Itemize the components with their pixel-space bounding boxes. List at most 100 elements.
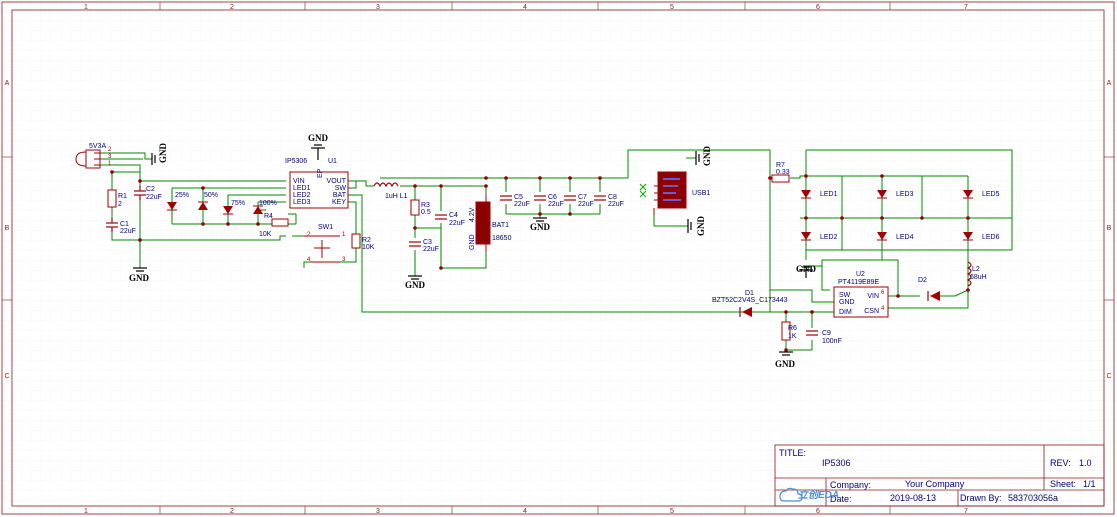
- row-label-c: C: [4, 373, 9, 380]
- led2: LED2: [801, 232, 838, 241]
- c3-value: 22uF: [423, 246, 439, 253]
- gnd-label-u2: GND: [796, 264, 817, 274]
- u1-pin-led3: LED3: [293, 199, 311, 206]
- sheet-value: 1/1: [1083, 479, 1096, 489]
- u2-pin-dim: DIM: [839, 309, 852, 316]
- gnd-label-caps: GND: [530, 222, 551, 232]
- rev-label: REV:: [1050, 458, 1071, 468]
- col-label-6-bottom: 6: [816, 508, 820, 515]
- u1-ref: U1: [328, 158, 337, 165]
- u2-pin-vin: VIN: [867, 293, 879, 300]
- led4: LED4: [877, 232, 914, 241]
- drawn-by-label: Drawn By:: [960, 493, 1002, 503]
- gnd-label-u1: GND: [308, 133, 329, 143]
- led5-ref: LED5: [982, 191, 1000, 198]
- col-label-3: 3: [376, 4, 380, 11]
- gnd-label-connector: GND: [158, 143, 168, 164]
- u1-pin-vout: VOUT: [327, 178, 347, 185]
- u1-pin-led2: LED2: [293, 192, 311, 199]
- led-level-75: 75%: [231, 200, 245, 207]
- col-label-1-bottom: 1: [84, 508, 88, 515]
- u1-pin-key: KEY: [332, 199, 346, 206]
- u2-ref: U2: [856, 271, 865, 278]
- r2-value: 10K: [362, 244, 375, 251]
- r6-value: 1K: [788, 333, 797, 340]
- col-label-7: 7: [964, 4, 968, 11]
- u1-pin-vin: VIN: [293, 178, 305, 185]
- col-label-4-bottom: 4: [523, 508, 527, 515]
- gnd-label-usb-top: GND: [702, 146, 712, 167]
- r7-value: 0.33: [776, 169, 790, 176]
- led-level-50: 50%: [204, 192, 218, 199]
- led3-ref: LED3: [896, 191, 914, 198]
- resistor-r6: R6 1K: [781, 321, 797, 341]
- title-label: TITLE:: [779, 448, 806, 458]
- title-value: IP5306: [822, 458, 851, 468]
- r1-ref: R1: [118, 193, 127, 200]
- r3-value: 0.5: [421, 209, 431, 216]
- r4-value: 10K: [259, 231, 272, 238]
- u1-ep: EP: [317, 168, 324, 178]
- c8-ref: C8: [608, 194, 617, 201]
- row-label-b: B: [5, 225, 10, 232]
- led1: LED1: [801, 190, 838, 199]
- row-label-b-right: B: [1107, 225, 1112, 232]
- r4-ref: R4: [264, 213, 273, 220]
- d1-value: BZT52C2V4S_C173443: [712, 297, 788, 304]
- led2-ref: LED2: [820, 234, 838, 241]
- date-value: 2019-08-13: [890, 493, 936, 503]
- r1-value: 2: [118, 201, 122, 208]
- u2-pin-sw: SW: [839, 292, 851, 299]
- c6-ref: C6: [548, 194, 557, 201]
- col-label-2: 2: [230, 4, 234, 11]
- gnd-label-input: GND: [129, 273, 150, 283]
- r6-ref: R6: [788, 325, 797, 332]
- col-label-5: 5: [670, 4, 674, 11]
- rev-value: 1.0: [1079, 458, 1092, 468]
- u2-pin-csn: CSN: [864, 308, 879, 315]
- c4-value: 22uF: [449, 220, 465, 227]
- c5-ref: C5: [514, 194, 523, 201]
- led3: LED3: [877, 190, 914, 199]
- bat1-ref: BAT1: [492, 222, 509, 229]
- c6-value: 22uF: [548, 201, 564, 208]
- led1-ref: LED1: [820, 191, 838, 198]
- led-level-25: 25%: [175, 192, 189, 199]
- row-label-c-right: C: [1106, 373, 1111, 380]
- bat1-gnd: GND: [469, 234, 476, 250]
- drawn-by-value: 583703056a: [1008, 493, 1058, 503]
- c9-ref: C9: [822, 330, 831, 337]
- sw1-ref: SW1: [318, 224, 333, 231]
- resistor-r3: R3 0.5: [410, 199, 431, 216]
- company-value: Your Company: [905, 479, 965, 489]
- led-level-100: 100%: [259, 200, 277, 207]
- u2-pin-gnd: GND: [839, 299, 855, 306]
- c7-value: 22uF: [578, 201, 594, 208]
- gnd-label-usb-bottom: GND: [696, 216, 706, 237]
- u1-pin-sw: SW: [335, 185, 347, 192]
- gnd-label-r6: GND: [775, 359, 796, 369]
- l1-label: 1uH L1: [385, 193, 408, 200]
- u1-pin-bat: BAT: [333, 192, 347, 199]
- r2-ref: R2: [362, 237, 371, 244]
- c2-ref: C2: [146, 186, 155, 193]
- bat1-value: 18650: [492, 235, 512, 242]
- led6-ref: LED6: [982, 234, 1000, 241]
- col-label-2-bottom: 2: [230, 508, 234, 515]
- c1-ref: C1: [120, 221, 129, 228]
- logo-text: 立创EDA: [798, 489, 839, 501]
- col-label-7-bottom: 7: [964, 508, 968, 515]
- l2-value: 68uH: [970, 274, 987, 281]
- led6: LED6: [963, 232, 1000, 241]
- u1-value: IP5306: [285, 158, 307, 165]
- d2-ref: D2: [918, 277, 927, 284]
- d1-ref: D1: [745, 290, 754, 297]
- col-label-3-bottom: 3: [376, 508, 380, 515]
- u2-value: PT4119E89E: [838, 279, 879, 286]
- row-label-a: A: [5, 80, 10, 87]
- r7-ref: R7: [776, 162, 785, 169]
- led4-ref: LED4: [896, 234, 914, 241]
- c2-value: 22uF: [146, 194, 162, 201]
- usb1-ref: USB1: [692, 190, 710, 197]
- col-label-5-bottom: 5: [670, 508, 674, 515]
